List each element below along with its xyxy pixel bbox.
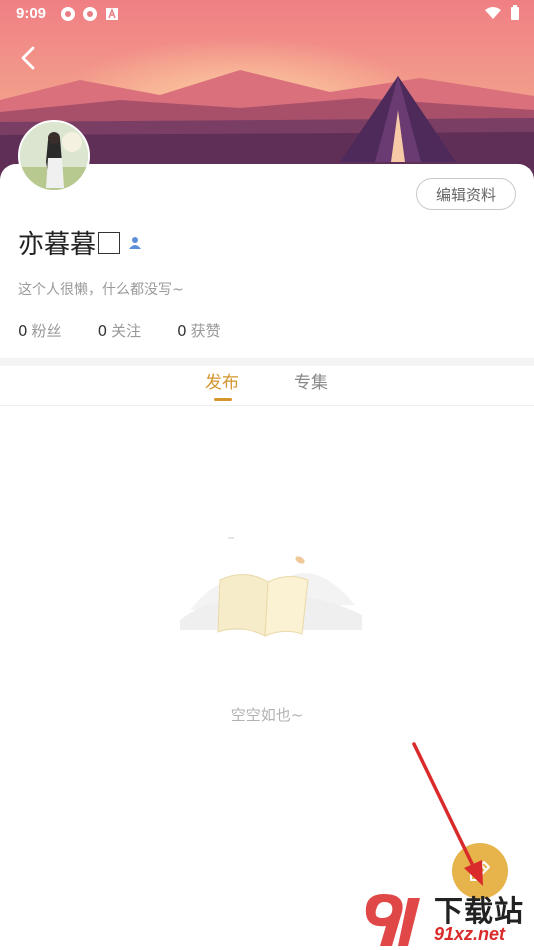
watermark-url: 91xz.net <box>434 924 506 944</box>
stat-value: 0 <box>177 322 187 340</box>
stat-value: 0 <box>97 322 108 340</box>
stat-following[interactable]: 0 关注 <box>98 320 142 341</box>
empty-state-text: 空空如也~ <box>230 706 304 724</box>
stats-row: 0 粉丝 0 关注 0 获赞 <box>18 320 221 341</box>
battery-icon <box>511 5 519 20</box>
watermark-logo-icon <box>365 894 420 946</box>
notification-icons <box>60 6 120 22</box>
active-tab-indicator <box>214 398 232 401</box>
section-divider <box>0 358 534 366</box>
nickname-row: 亦暮暮 <box>18 224 142 261</box>
wifi-icon <box>485 7 501 19</box>
user-badge-icon <box>129 236 142 249</box>
profile-card: 编辑资料 亦暮暮 这个人很懒，什么都没写~ 0 粉丝 0 关注 0 获赞 <box>0 164 534 358</box>
tab-collection[interactable]: 专集 <box>294 368 328 393</box>
stat-likes[interactable]: 0 获赞 <box>177 320 221 341</box>
tab-publish[interactable]: 发布 <box>205 368 239 393</box>
back-button[interactable] <box>10 40 46 76</box>
back-arrow-icon <box>21 46 35 70</box>
a-letter-icon <box>106 7 118 20</box>
stat-value: 0 <box>18 322 28 340</box>
avatar[interactable] <box>18 120 90 192</box>
stat-label: 获赞 <box>190 322 221 340</box>
app-notification-icon <box>83 7 97 21</box>
edit-profile-button[interactable]: 编辑资料 <box>416 178 516 210</box>
nickname: 亦暮暮 <box>18 230 97 260</box>
bio-text: 这个人很懒，什么都没写~ <box>18 282 184 298</box>
empty-book-illustration <box>180 530 362 650</box>
missing-glyph-box <box>98 231 121 254</box>
compose-icon <box>470 861 490 881</box>
app-notification-icon <box>61 7 75 21</box>
status-bar: 9:09 <box>0 0 534 28</box>
system-status-icons <box>484 5 520 21</box>
status-time: 9:09 <box>16 5 47 22</box>
content-tabs: 发布 专集 <box>0 366 534 406</box>
stat-label: 关注 <box>111 322 142 340</box>
open-book-icon <box>180 537 362 637</box>
stat-label: 粉丝 <box>31 322 62 340</box>
stat-followers[interactable]: 0 粉丝 <box>18 320 62 341</box>
site-watermark: 下载站 91xz.net <box>362 888 534 950</box>
